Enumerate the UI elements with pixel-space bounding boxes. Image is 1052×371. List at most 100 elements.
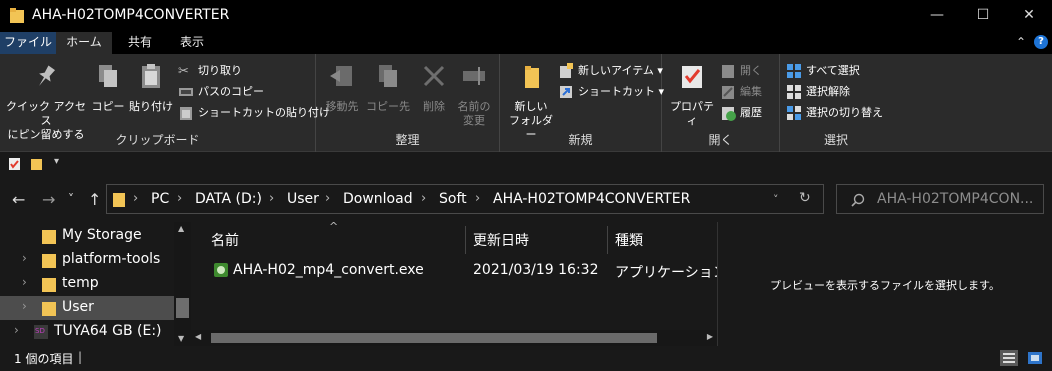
scroll-right-icon[interactable]: ▶	[707, 332, 713, 341]
address-dropdown-button[interactable]: ˅	[773, 193, 779, 206]
status-bar: 1 個の項目 |	[0, 346, 1052, 371]
file-list-scrollbar[interactable]: ◀ ▶	[191, 330, 717, 346]
customize-qat-icon[interactable]: ▾	[54, 156, 59, 167]
details-view-icon[interactable]	[1000, 350, 1018, 366]
paste-icon	[142, 64, 160, 88]
properties-icon	[682, 66, 702, 88]
collapse-ribbon-icon[interactable]: ⌃	[1016, 35, 1026, 49]
tree-item-platform-tools[interactable]: › platform-tools	[0, 248, 174, 272]
copy-path-button[interactable]: パスのコピー	[178, 83, 264, 103]
breadcrumb-soft[interactable]: Soft	[439, 191, 467, 207]
tree-item-temp[interactable]: › temp	[0, 272, 174, 296]
rename-button[interactable]: 名前の 変更	[452, 62, 496, 128]
new-group-label: 新規	[568, 133, 593, 147]
open-group-label: 開く	[708, 133, 733, 147]
clipboard-group-label: クリップボード	[115, 133, 200, 147]
shortcut-button[interactable]: ショートカット ▾	[558, 83, 664, 103]
tab-file[interactable]: ファイル	[0, 32, 56, 54]
file-row[interactable]: AHA-H02_mp4_convert.exe 2021/03/19 16:32…	[201, 258, 727, 282]
chevron-right-icon[interactable]: ›	[22, 251, 27, 265]
edit-button[interactable]: 編集	[720, 83, 762, 103]
new-folder-button[interactable]: 新しい フォルダー	[506, 62, 556, 142]
pin-quick-access-button[interactable]: クイック アクセス にピン留めする	[4, 62, 88, 142]
invert-selection-button[interactable]: 選択の切り替え	[786, 104, 883, 124]
address-bar[interactable]: › PC › DATA (D:) › User › Download › Sof…	[106, 184, 824, 214]
forward-button[interactable]: →	[42, 190, 55, 209]
select-none-button[interactable]: 選択解除	[786, 83, 850, 103]
tree-item-tuya-drive[interactable]: › SD TUYA64 GB (E:)	[0, 320, 174, 344]
new-item-label: 新しいアイテム	[578, 64, 654, 77]
up-button[interactable]: ↑	[88, 190, 101, 209]
paste-button[interactable]: 貼り付け	[128, 62, 174, 114]
minimize-button[interactable]: —	[914, 0, 960, 32]
tab-view[interactable]: 表示	[166, 32, 218, 54]
open-group: プロパティ 開く 編集 履歴 開く	[662, 54, 780, 152]
navigation-pane: My Storage › platform-tools › temp › Use…	[0, 222, 191, 346]
select-all-button[interactable]: すべて選択	[786, 62, 860, 82]
back-button[interactable]: ←	[12, 190, 25, 209]
breadcrumb-current-folder[interactable]: AHA-H02TOMP4CONVERTER	[493, 191, 690, 207]
tab-home[interactable]: ホーム	[56, 32, 112, 54]
chevron-right-icon[interactable]: ›	[14, 323, 19, 337]
new-group: 新しい フォルダー 新しいアイテム ▾ ショートカット ▾ 新規	[500, 54, 664, 152]
folder-icon	[113, 193, 125, 207]
recent-locations-button[interactable]: ˅	[68, 192, 74, 206]
help-icon[interactable]: ?	[1034, 35, 1048, 49]
properties-qat-icon[interactable]	[8, 157, 21, 171]
scroll-up-icon[interactable]: ▲	[178, 224, 184, 233]
title-bar: AHA-H02TOMP4CONVERTER — ☐ ✕	[0, 0, 1052, 32]
file-date: 2021/03/19 16:32	[473, 262, 599, 278]
column-header-date[interactable]: 更新日時	[463, 228, 607, 256]
refresh-button[interactable]: ↻	[799, 190, 811, 206]
copy-button[interactable]: コピー	[90, 62, 126, 114]
select-group-label: 選択	[823, 133, 848, 147]
tab-share[interactable]: 共有	[112, 32, 168, 54]
pin-icon	[39, 65, 56, 86]
move-to-button[interactable]: 移動先	[320, 62, 364, 114]
scroll-left-icon[interactable]: ◀	[195, 332, 201, 341]
delete-button[interactable]: 削除	[416, 62, 452, 114]
scrollbar-thumb[interactable]	[211, 333, 657, 343]
search-box[interactable]: AHA-H02TOMP4CON...	[836, 184, 1044, 214]
copy-to-icon	[379, 65, 397, 87]
folder-icon	[42, 230, 56, 244]
chevron-right-icon[interactable]: ›	[22, 275, 27, 289]
sd-card-icon: SD	[34, 325, 48, 339]
scrollbar-thumb[interactable]	[176, 298, 189, 318]
new-item-button[interactable]: 新しいアイテム ▾	[558, 62, 663, 82]
copy-to-button[interactable]: コピー先	[364, 62, 412, 114]
ribbon-tabs: ファイル ホーム 共有 表示 ⌃ ?	[0, 32, 1052, 54]
breadcrumb-download[interactable]: Download	[343, 191, 413, 207]
breadcrumb-data-drive[interactable]: DATA (D:)	[195, 191, 262, 207]
paste-shortcut-button[interactable]: ショートカットの貼り付け	[178, 104, 330, 124]
rename-label-1: 名前の	[457, 100, 491, 113]
copy-label: コピー	[91, 100, 125, 113]
nav-pane-scrollbar[interactable]: ▲ ▼	[174, 222, 191, 346]
maximize-button[interactable]: ☐	[960, 0, 1006, 32]
column-header-name[interactable]: 名前	[201, 228, 465, 256]
copy-path-label: パスのコピー	[198, 85, 264, 98]
history-button[interactable]: 履歴	[720, 104, 762, 124]
search-icon	[851, 193, 865, 207]
tree-item-user[interactable]: › User	[0, 296, 174, 320]
large-icons-view-icon[interactable]	[1026, 350, 1044, 366]
file-name: AHA-H02_mp4_convert.exe	[233, 262, 424, 278]
breadcrumb-pc[interactable]: PC	[151, 191, 169, 207]
folder-icon	[42, 302, 56, 316]
preview-pane: プレビューを表示するファイルを選択します。	[717, 222, 1052, 346]
cut-button[interactable]: ✂ 切り取り	[178, 62, 242, 82]
properties-button[interactable]: プロパティ	[668, 62, 716, 128]
file-list: ^ 名前 更新日時 種類 AHA-H02_mp4_convert.exe 202…	[191, 220, 727, 346]
close-button[interactable]: ✕	[1006, 0, 1052, 32]
tree-item-label: TUYA64 GB (E:)	[54, 323, 162, 339]
new-folder-qat-icon[interactable]	[30, 157, 43, 171]
scroll-down-icon[interactable]: ▼	[178, 334, 184, 343]
cut-label: 切り取り	[198, 64, 242, 77]
tree-item-my-storage[interactable]: My Storage	[0, 224, 174, 248]
select-none-label: 選択解除	[806, 85, 850, 98]
chevron-right-icon[interactable]: ›	[22, 299, 27, 313]
open-button[interactable]: 開く	[720, 62, 762, 82]
window-title: AHA-H02TOMP4CONVERTER	[32, 7, 230, 23]
breadcrumb-user[interactable]: User	[287, 191, 319, 207]
column-header-type[interactable]: 種類	[605, 228, 715, 256]
